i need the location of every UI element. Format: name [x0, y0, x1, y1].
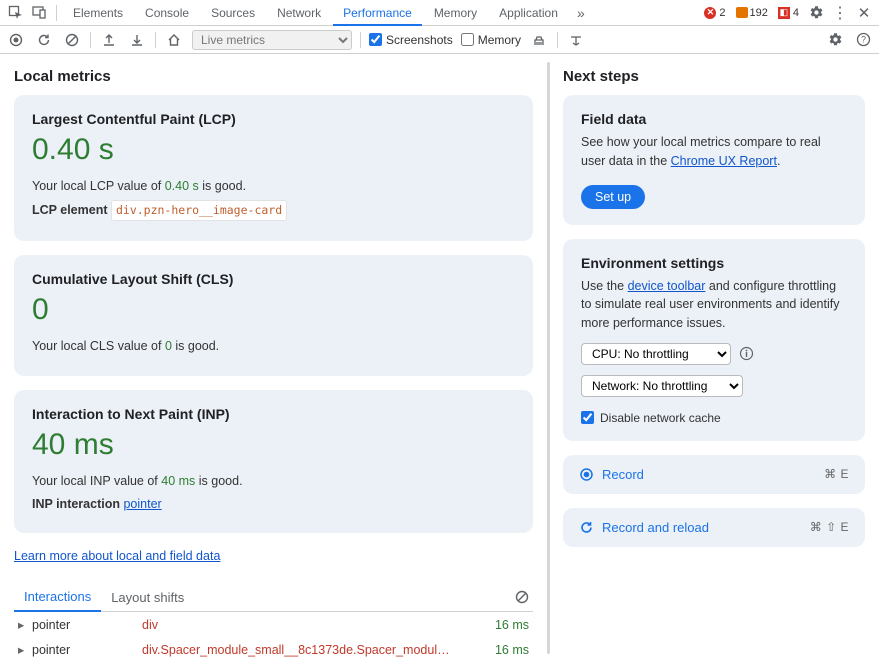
record-label: Record: [602, 467, 816, 482]
interaction-type: pointer: [32, 643, 142, 657]
shortcuts-icon[interactable]: [566, 30, 586, 50]
screenshots-checkbox[interactable]: Screenshots: [369, 33, 453, 47]
lcp-element-line: LCP element div.pzn-hero__image-card: [32, 200, 515, 221]
record-shortcut: ⌘ E: [824, 467, 849, 481]
setup-button[interactable]: Set up: [581, 185, 645, 209]
memory-checkbox[interactable]: Memory: [461, 33, 521, 47]
next-steps-panel: Next steps Field data See how your local…: [553, 54, 879, 662]
panel-settings-icon[interactable]: [825, 30, 845, 50]
local-metrics-title: Local metrics: [14, 68, 533, 85]
tab-console[interactable]: Console: [135, 0, 199, 26]
splitter[interactable]: [547, 54, 553, 662]
inp-interaction-link[interactable]: pointer: [123, 497, 161, 511]
errors-badge[interactable]: ✕ 2: [704, 7, 725, 19]
errors-count: 2: [719, 7, 725, 19]
disable-cache-checkbox[interactable]: Disable network cache: [581, 411, 847, 425]
reload-blue-icon: [579, 520, 594, 535]
lcp-heading: Largest Contentful Paint (LCP): [32, 111, 515, 127]
warnings-count: 192: [750, 7, 768, 19]
inp-card: Interaction to Next Paint (INP) 40 ms Yo…: [14, 390, 533, 534]
interaction-row[interactable]: ▸ pointer div.Spacer_module_small__8c137…: [14, 637, 533, 662]
field-data-card: Field data See how your local metrics co…: [563, 95, 865, 225]
record-reload-card[interactable]: Record and reload ⌘ ⇧ E: [563, 508, 865, 547]
record-reload-shortcut: ⌘ ⇧ E: [810, 520, 849, 534]
cpu-throttle-select[interactable]: CPU: No throttling: [581, 343, 731, 365]
record-dot-icon: [579, 467, 594, 482]
device-toolbar-icon[interactable]: [28, 2, 50, 24]
tab-network[interactable]: Network: [267, 0, 331, 26]
upload-icon[interactable]: [99, 30, 119, 50]
inp-value: 40 ms: [32, 428, 515, 462]
cls-heading: Cumulative Layout Shift (CLS): [32, 271, 515, 287]
inp-interaction-line: INP interaction pointer: [32, 495, 515, 514]
next-steps-title: Next steps: [563, 68, 865, 85]
close-icon[interactable]: ✕: [853, 2, 875, 24]
local-metrics-panel: Local metrics Largest Contentful Paint (…: [0, 54, 547, 662]
svg-text:?: ?: [860, 35, 865, 45]
lcp-card: Largest Contentful Paint (LCP) 0.40 s Yo…: [14, 95, 533, 241]
inspect-icon[interactable]: [4, 2, 26, 24]
error-icon: ✕: [704, 7, 716, 19]
inp-assessment: Your local INP value of 40 ms is good.: [32, 472, 515, 491]
home-icon[interactable]: [164, 30, 184, 50]
tab-interactions[interactable]: Interactions: [14, 583, 101, 612]
mode-select[interactable]: Live metrics: [192, 30, 352, 50]
tab-elements[interactable]: Elements: [63, 0, 133, 26]
clear-list-icon[interactable]: [511, 586, 533, 608]
tab-application[interactable]: Application: [489, 0, 568, 26]
expand-icon[interactable]: ▸: [18, 642, 32, 657]
tab-performance[interactable]: Performance: [333, 0, 422, 26]
more-tabs-icon[interactable]: »: [570, 2, 592, 24]
field-data-heading: Field data: [581, 111, 847, 127]
device-toolbar-link[interactable]: device toolbar: [628, 279, 706, 293]
network-throttle-select[interactable]: Network: No throttling: [581, 375, 743, 397]
info-icon[interactable]: [739, 346, 754, 361]
inp-heading: Interaction to Next Paint (INP): [32, 406, 515, 422]
record-card[interactable]: Record ⌘ E: [563, 455, 865, 494]
lcp-value: 0.40 s: [32, 133, 515, 167]
record-reload-label: Record and reload: [602, 520, 802, 535]
settings-icon[interactable]: [805, 2, 827, 24]
tab-sources[interactable]: Sources: [201, 0, 265, 26]
interaction-time: 16 ms: [469, 643, 529, 657]
issues-count: 4: [793, 7, 799, 19]
lcp-assessment: Your local LCP value of 0.40 s is good.: [32, 177, 515, 196]
kebab-icon[interactable]: ⋮: [829, 2, 851, 24]
clear-icon[interactable]: [62, 30, 82, 50]
crux-link[interactable]: Chrome UX Report: [671, 154, 777, 168]
devtools-tabstrip: Elements Console Sources Network Perform…: [0, 0, 879, 26]
help-icon[interactable]: ?: [853, 30, 873, 50]
record-icon[interactable]: [6, 30, 26, 50]
interaction-target: div.Spacer_module_small__8c1373de.Spacer…: [142, 643, 469, 657]
tab-memory[interactable]: Memory: [424, 0, 487, 26]
issue-icon: ◧: [778, 7, 790, 19]
issues-badge[interactable]: ◧ 4: [778, 7, 799, 19]
env-text: Use the device toolbar and configure thr…: [581, 277, 847, 333]
interactions-tabrow: Interactions Layout shifts: [14, 583, 533, 612]
field-data-text: See how your local metrics compare to re…: [581, 133, 847, 171]
env-settings-card: Environment settings Use the device tool…: [563, 239, 865, 441]
perf-toolbar: Live metrics Screenshots Memory ?: [0, 26, 879, 54]
interaction-target: div: [142, 618, 469, 632]
download-icon[interactable]: [127, 30, 147, 50]
expand-icon[interactable]: ▸: [18, 617, 32, 632]
env-heading: Environment settings: [581, 255, 847, 271]
divider: [56, 5, 57, 21]
interaction-row[interactable]: ▸ pointer div 16 ms: [14, 612, 533, 637]
cls-value: 0: [32, 293, 515, 327]
lcp-element-chip[interactable]: div.pzn-hero__image-card: [111, 200, 287, 221]
tab-layout-shifts[interactable]: Layout shifts: [101, 584, 194, 611]
cls-assessment: Your local CLS value of 0 is good.: [32, 337, 515, 356]
reload-icon[interactable]: [34, 30, 54, 50]
interaction-type: pointer: [32, 618, 142, 632]
learn-more-link[interactable]: Learn more about local and field data: [14, 549, 220, 563]
warnings-badge[interactable]: 192: [736, 7, 768, 19]
interaction-time: 16 ms: [469, 618, 529, 632]
gc-icon[interactable]: [529, 30, 549, 50]
cls-card: Cumulative Layout Shift (CLS) 0 Your loc…: [14, 255, 533, 376]
